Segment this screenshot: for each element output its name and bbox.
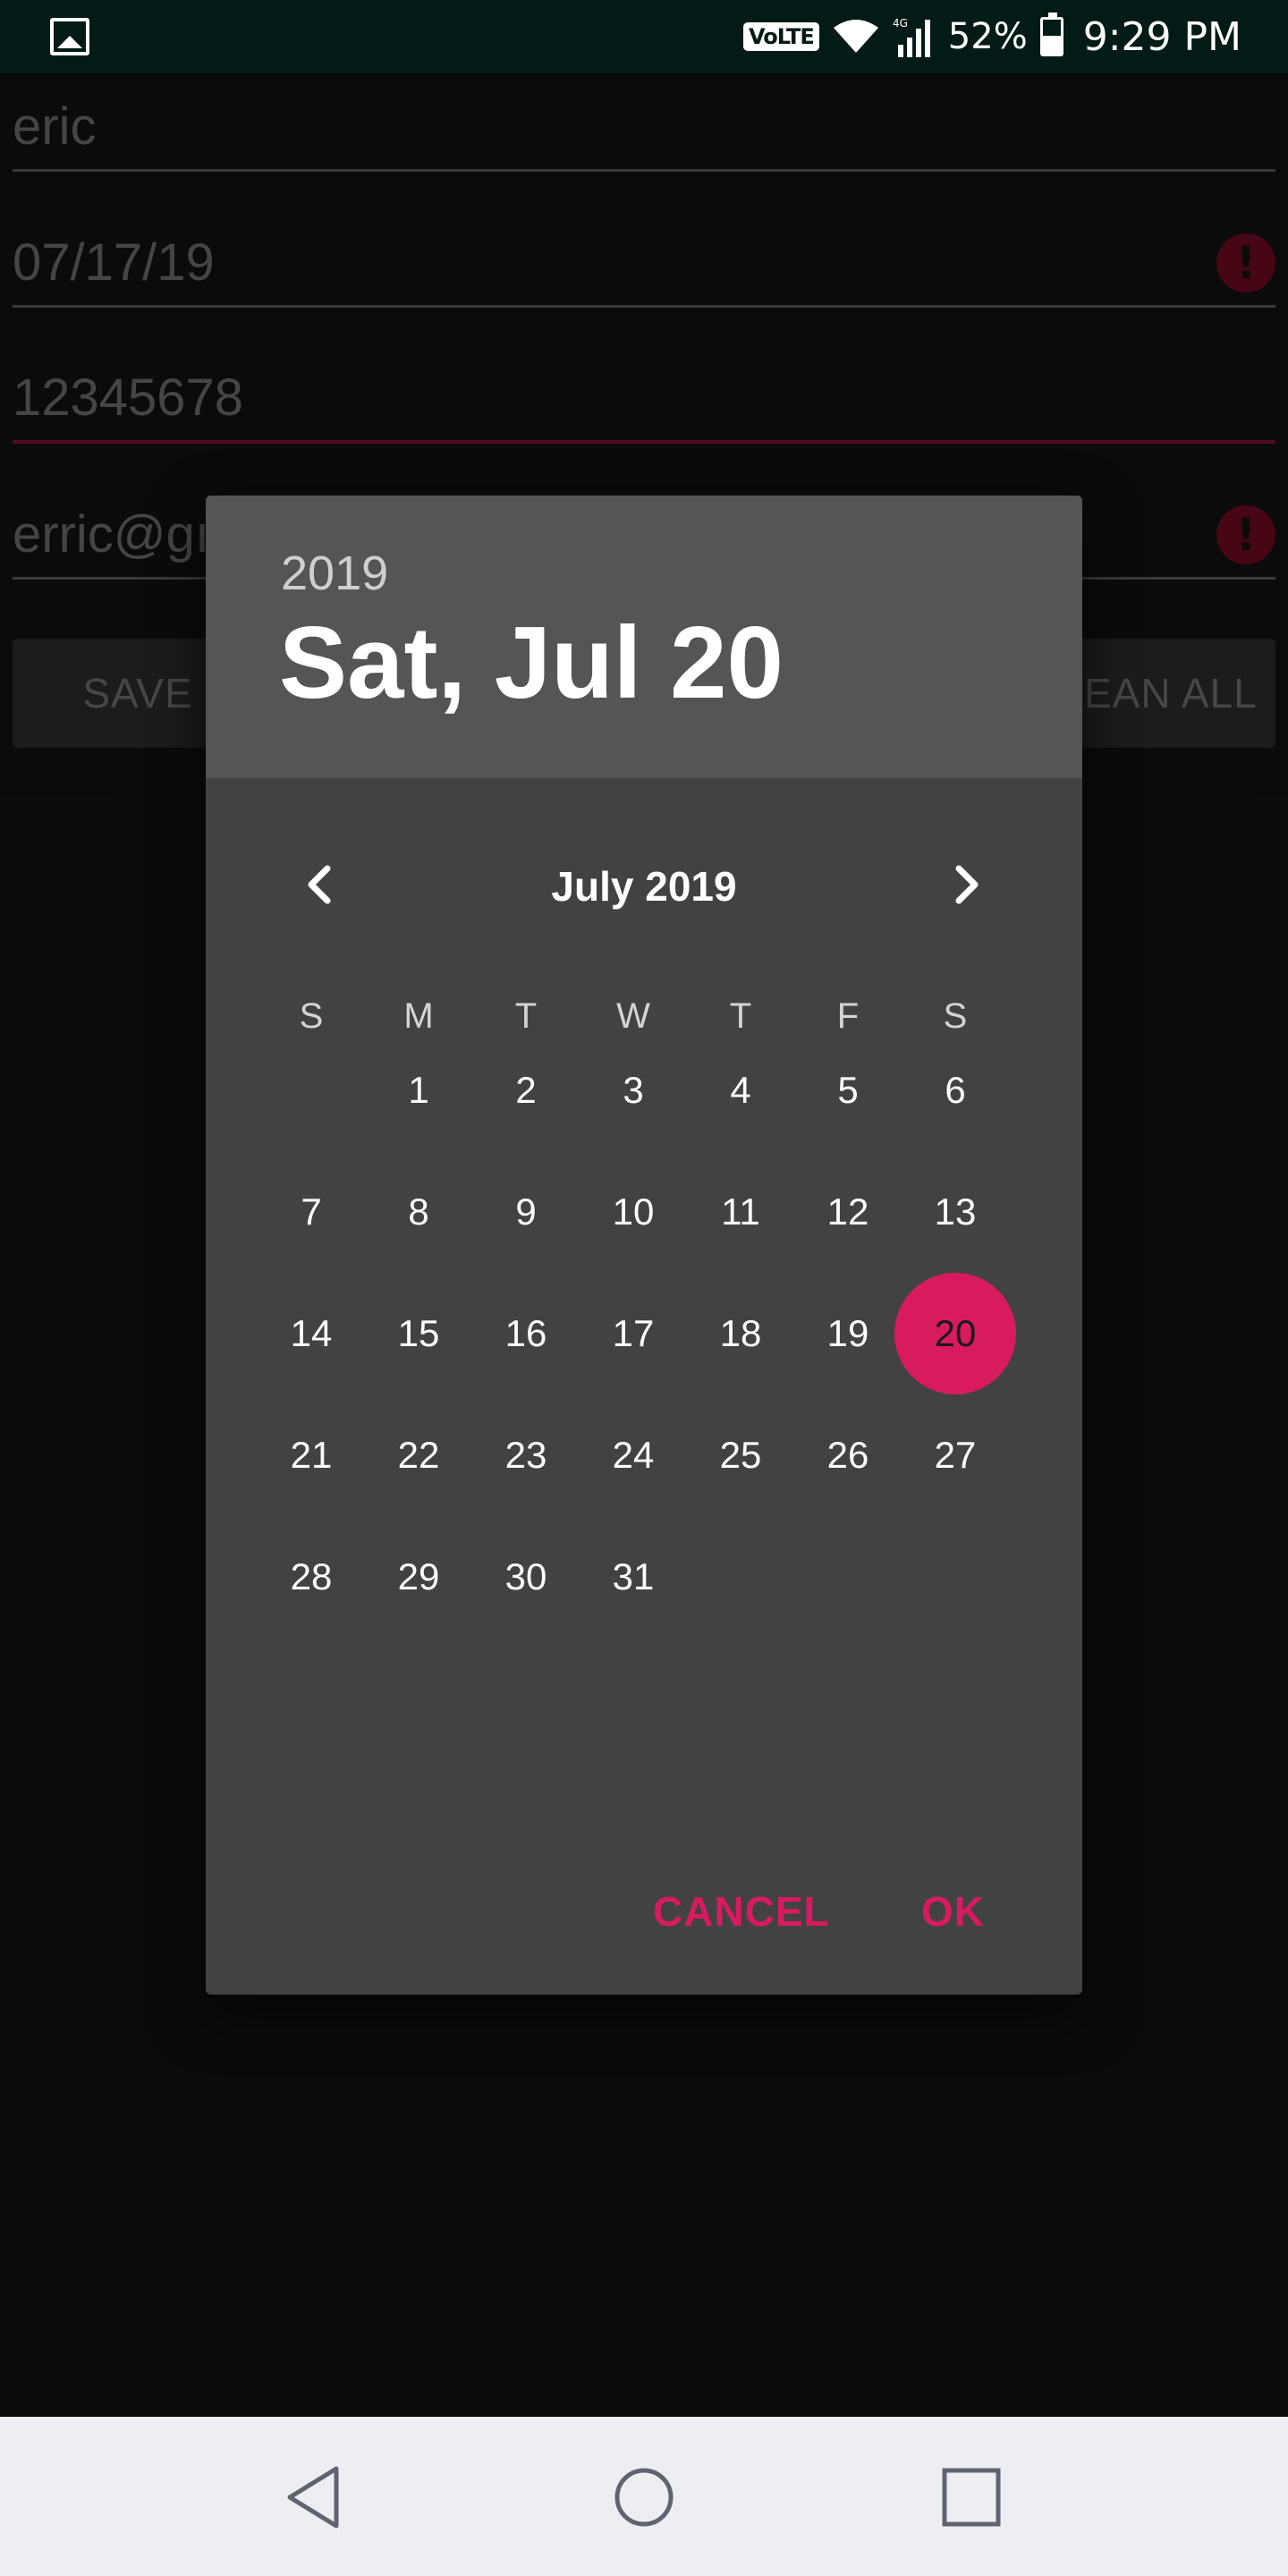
wifi-icon [833, 20, 878, 53]
ok-button[interactable]: OK [921, 1887, 985, 1936]
day-cell[interactable]: 2 [465, 1030, 587, 1151]
day-cell[interactable]: 27 [894, 1394, 1016, 1516]
day-cell[interactable]: 26 [787, 1394, 909, 1516]
day-cell[interactable]: 5 [787, 1030, 909, 1151]
battery-icon [1039, 13, 1063, 56]
day-cell[interactable]: 7 [250, 1151, 372, 1273]
recent-apps-icon[interactable] [936, 2462, 1007, 2533]
battery-percent: 52% [947, 16, 1028, 57]
date-picker-dialog: 2019 Sat, Jul 20 July 2019 S M T W T F S… [206, 496, 1082, 1995]
day-cell[interactable]: 14 [250, 1273, 372, 1394]
dialog-header: 2019 Sat, Jul 20 [206, 496, 1082, 778]
status-bar: VoLTE 4G 52% 9:29 PM [0, 0, 1288, 73]
signal-icon: 4G [893, 17, 930, 57]
day-cell[interactable]: 19 [787, 1273, 909, 1394]
day-cell[interactable]: 10 [572, 1151, 694, 1273]
system-navigation-bar [0, 2417, 1288, 2576]
home-icon[interactable] [608, 2462, 680, 2533]
header-selected-date[interactable]: Sat, Jul 20 [279, 605, 784, 722]
weekday-label: S [299, 996, 324, 1036]
day-cell[interactable]: 13 [894, 1151, 1016, 1273]
day-cell[interactable]: 6 [894, 1030, 1016, 1151]
day-cell[interactable]: 1 [358, 1030, 479, 1151]
day-cell[interactable]: 28 [250, 1516, 372, 1638]
day-cell[interactable]: 24 [572, 1394, 694, 1516]
day-cell[interactable]: 23 [465, 1394, 587, 1516]
day-cell[interactable]: 21 [250, 1394, 372, 1516]
day-cell[interactable]: 25 [680, 1394, 801, 1516]
day-cell[interactable]: 29 [358, 1516, 479, 1638]
cancel-button[interactable]: CANCEL [653, 1887, 830, 1936]
back-icon[interactable] [281, 2462, 352, 2533]
day-cell[interactable]: 31 [572, 1516, 694, 1638]
day-cell[interactable]: 18 [680, 1273, 801, 1394]
day-cell[interactable]: 22 [358, 1394, 479, 1516]
header-year[interactable]: 2019 [281, 546, 388, 601]
day-cell[interactable]: 15 [358, 1273, 479, 1394]
day-cell[interactable]: 9 [465, 1151, 587, 1273]
chevron-right-icon[interactable] [939, 858, 993, 911]
day-cell[interactable]: 4 [680, 1030, 801, 1151]
gallery-notification-icon [50, 18, 89, 55]
status-icons: VoLTE 4G 52% 9:29 PM [742, 0, 1241, 73]
day-cell[interactable]: 8 [358, 1151, 479, 1273]
volte-icon: VoLTE [742, 22, 819, 51]
day-cell[interactable]: 11 [680, 1151, 801, 1273]
day-cell[interactable]: 3 [572, 1030, 694, 1151]
day-cell[interactable]: 16 [465, 1273, 587, 1394]
month-navigation: July 2019 [206, 844, 1082, 925]
day-cell-selected[interactable]: 20 [894, 1273, 1016, 1394]
clock: 9:29 PM [1082, 13, 1241, 60]
day-cell[interactable]: 17 [572, 1273, 694, 1394]
day-cell[interactable]: 30 [465, 1516, 587, 1638]
dialog-actions: CANCEL OK [206, 1887, 1082, 1959]
day-cell[interactable]: 12 [787, 1151, 909, 1273]
network-type-label: 4G [893, 17, 908, 30]
